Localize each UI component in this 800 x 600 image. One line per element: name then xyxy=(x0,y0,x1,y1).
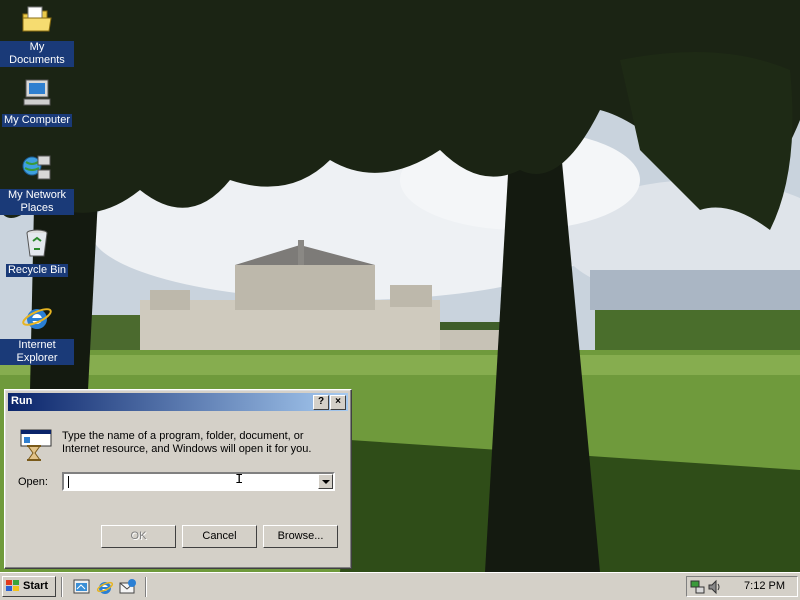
desktop-icon-my-documents[interactable]: My Documents xyxy=(0,4,75,67)
outlook-express-icon[interactable] xyxy=(119,578,137,596)
open-label: Open: xyxy=(18,476,48,488)
dropdown-arrow-icon[interactable] xyxy=(318,474,333,489)
open-combobox[interactable] xyxy=(62,472,335,491)
desktop-icon-label: My Documents xyxy=(0,41,74,67)
desktop-icon-label: Recycle Bin xyxy=(5,264,69,277)
desktop-icon-label: My Network Places xyxy=(0,189,74,215)
desktop-icon-label: Internet Explorer xyxy=(0,339,74,365)
desktop-icon-label: My Computer xyxy=(1,114,73,127)
network-places-icon xyxy=(22,155,51,180)
desktop-icon-my-network-places[interactable]: My Network Places xyxy=(0,152,75,215)
network-status-icon[interactable] xyxy=(690,579,706,595)
run-dialog: Run ? × Type the name of a program, fold… xyxy=(4,389,352,569)
taskbar-separator xyxy=(145,577,147,597)
text-caret xyxy=(68,476,69,488)
browse-button[interactable]: Browse... xyxy=(263,525,338,548)
internet-explorer-icon xyxy=(22,308,52,329)
ok-button[interactable]: OK xyxy=(101,525,176,548)
volume-icon[interactable] xyxy=(707,579,723,595)
system-tray: 7:12 PM xyxy=(686,576,798,597)
taskbar: Start 7:12 PM xyxy=(0,572,800,600)
close-button[interactable]: × xyxy=(330,395,346,410)
folder-documents-icon xyxy=(22,6,52,32)
run-dialog-titlebar[interactable]: Run ? × xyxy=(8,393,348,411)
ibeam-cursor-icon: I xyxy=(235,472,244,488)
clock[interactable]: 7:12 PM xyxy=(744,580,785,592)
run-dialog-title: Run xyxy=(11,395,33,407)
start-button[interactable]: Start xyxy=(2,576,56,597)
recycle-bin-icon xyxy=(26,229,48,257)
taskbar-separator xyxy=(61,577,63,597)
computer-icon xyxy=(23,79,51,106)
start-label: Start xyxy=(23,580,49,592)
desktop-icon-recycle-bin[interactable]: Recycle Bin xyxy=(0,227,75,277)
windows-logo-icon xyxy=(6,580,19,591)
run-dialog-description: Type the name of a program, folder, docu… xyxy=(62,430,312,455)
show-desktop-icon[interactable] xyxy=(73,578,91,596)
internet-explorer-icon[interactable] xyxy=(96,578,114,596)
help-button[interactable]: ? xyxy=(313,395,329,410)
desktop-icon-my-computer[interactable]: My Computer xyxy=(0,77,75,127)
cancel-button[interactable]: Cancel xyxy=(182,525,257,548)
desktop-icon-internet-explorer[interactable]: Internet Explorer xyxy=(0,302,75,365)
run-program-icon xyxy=(20,429,52,461)
